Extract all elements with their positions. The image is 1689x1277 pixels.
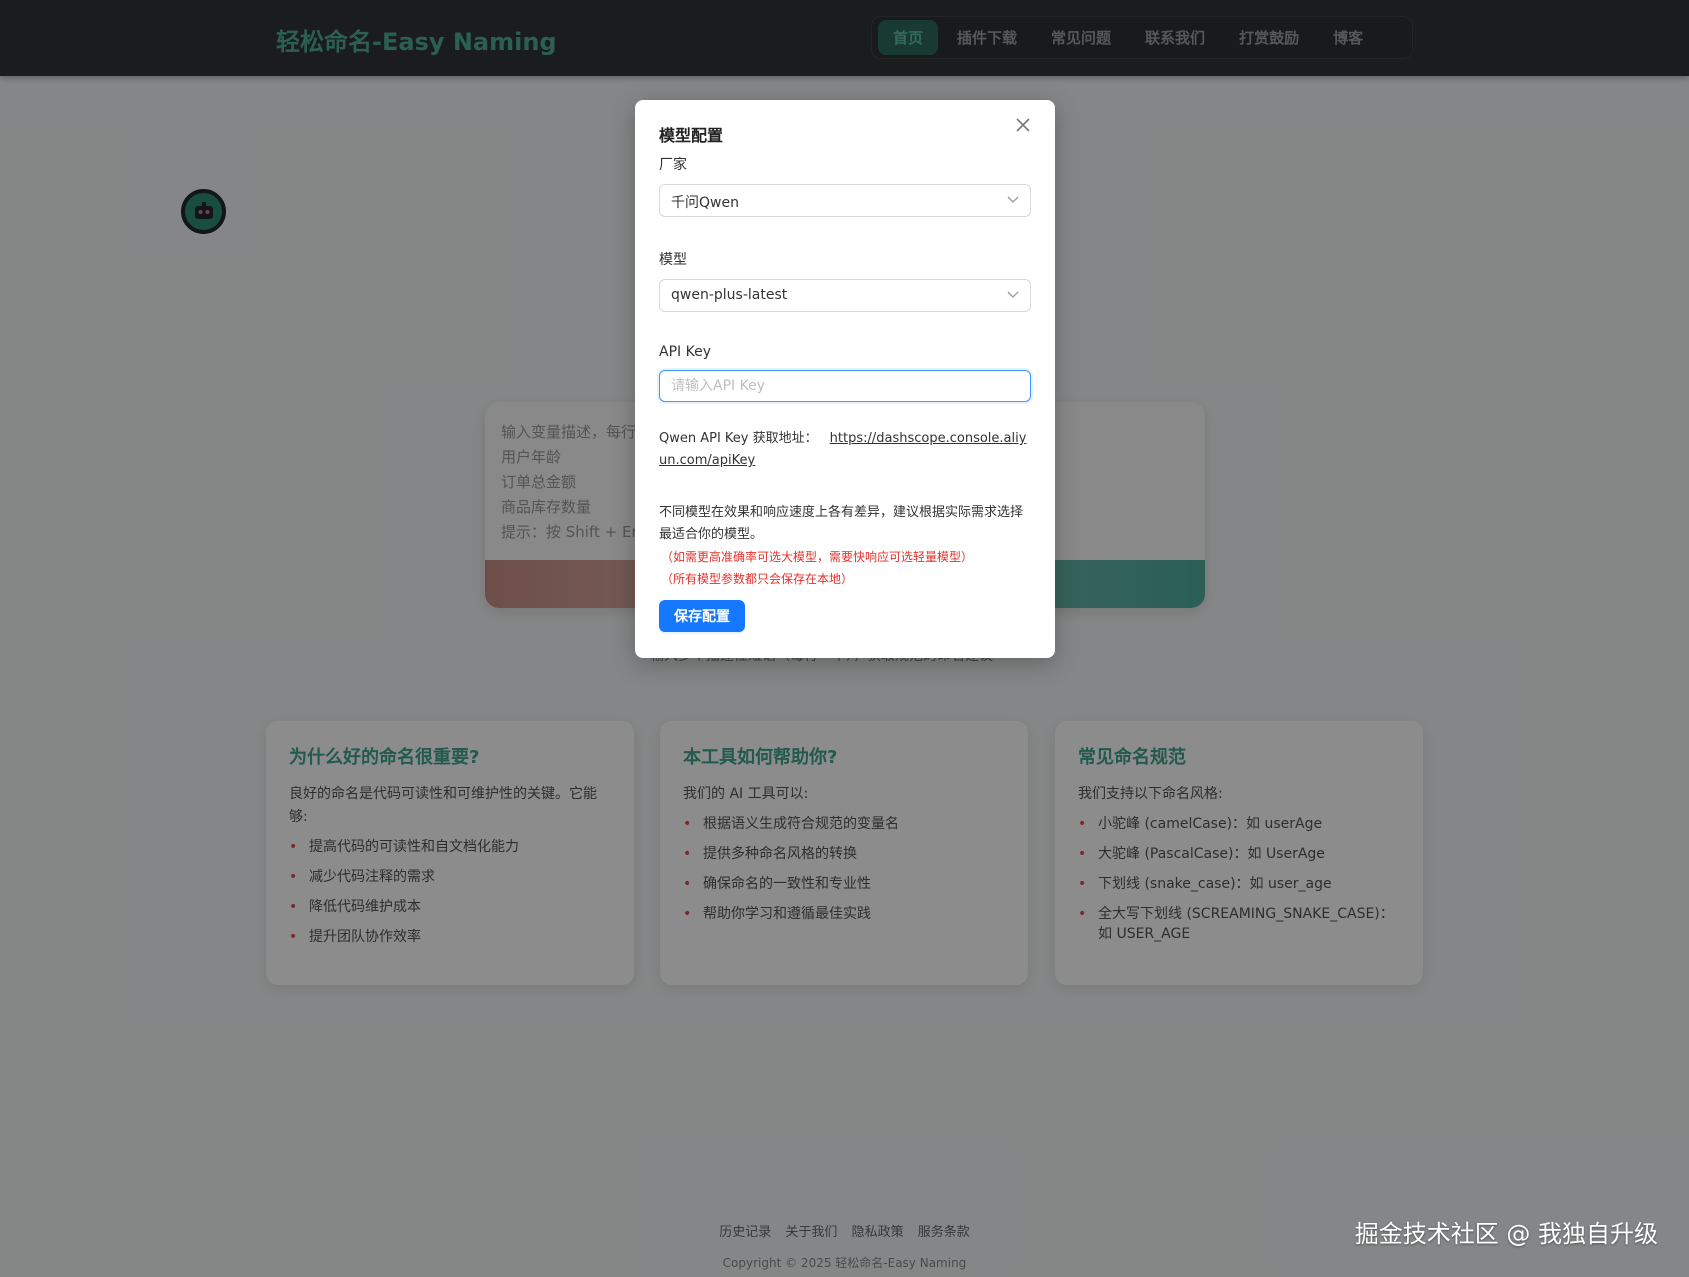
save-config-button[interactable]: 保存配置: [659, 600, 745, 632]
watermark: 掘金技术社区 @ 我独自升级: [1354, 1220, 1658, 1248]
model-value: qwen-plus-latest: [671, 287, 788, 303]
apikey-source: Qwen API Key 获取地址： https://dashscope.cons…: [659, 428, 1031, 472]
model-config-dialog: 模型配置 厂家 千问Qwen 模型 qwen-plus-latest API K…: [635, 100, 1055, 658]
model-label: 模型: [659, 252, 687, 268]
vendor-select[interactable]: 千问Qwen: [659, 184, 1031, 217]
chevron-down-icon: [1007, 196, 1019, 203]
vendor-value: 千问Qwen: [671, 195, 739, 211]
chevron-down-icon: [1007, 291, 1019, 298]
vendor-label: 厂家: [659, 157, 687, 173]
model-note-accuracy: （如需更高准确率可选大模型，需要快响应可选轻量模型）: [661, 550, 974, 564]
apikey-input[interactable]: [659, 370, 1031, 402]
model-description: 不同模型在效果和响应速度上各有差异，建议根据实际需求选择最适合你的模型。: [659, 505, 1024, 542]
close-icon: [1016, 118, 1030, 132]
dialog-title: 模型配置: [659, 126, 724, 145]
apikey-label: API Key: [659, 344, 711, 360]
model-select[interactable]: qwen-plus-latest: [659, 279, 1031, 312]
apikey-source-label: Qwen API Key 获取地址：: [659, 431, 818, 446]
close-button[interactable]: [1013, 116, 1033, 136]
model-note-local: （所有模型参数都只会保存在本地）: [661, 572, 854, 586]
